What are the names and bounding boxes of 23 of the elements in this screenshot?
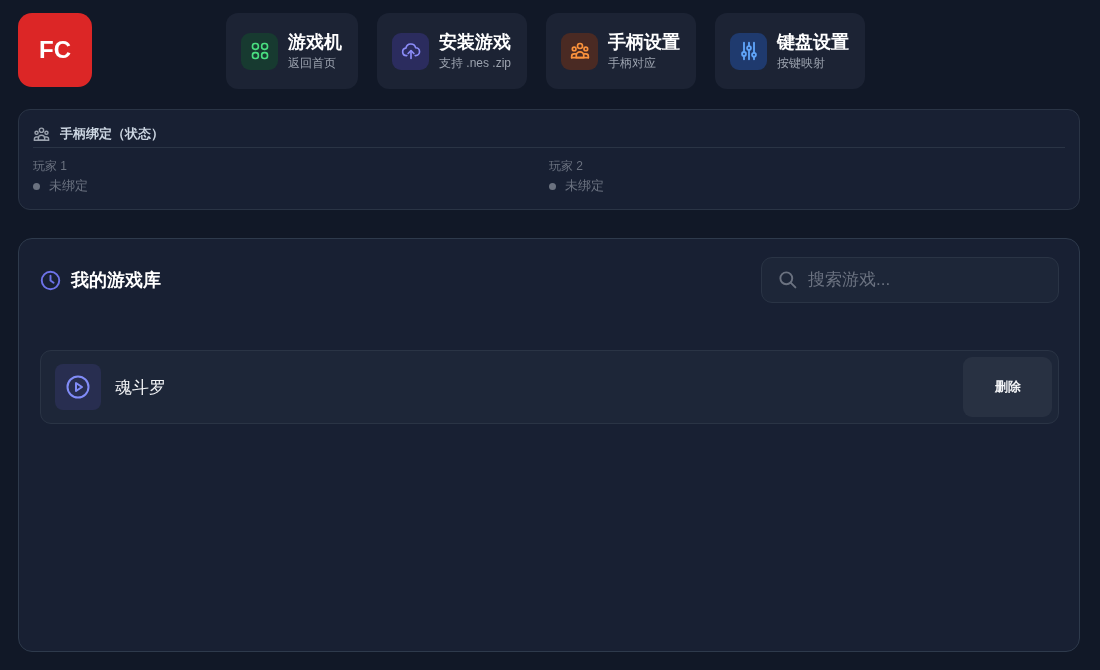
cloud-upload-icon <box>392 32 429 70</box>
play-icon <box>55 364 101 410</box>
binding-status: 未绑定 <box>49 177 88 195</box>
app-logo: FC <box>18 13 92 87</box>
search-field[interactable]: 搜索游戏... <box>761 257 1059 303</box>
sliders-icon <box>730 32 768 70</box>
library-title: 我的游戏库 <box>71 269 161 292</box>
grid-icon <box>241 32 278 70</box>
users-icon <box>33 125 50 143</box>
panel-title: 手柄绑定（状态） <box>60 125 164 143</box>
search-icon <box>778 270 797 289</box>
nav-card[interactable]: 键盘设置 按键映射 <box>715 13 866 89</box>
game-title: 魂斗罗 <box>115 376 166 399</box>
player-label: 玩家 1 <box>33 158 67 175</box>
users-icon <box>561 32 599 70</box>
nav-card[interactable]: 安装游戏 支持 .nes .zip <box>377 13 528 89</box>
nav-card[interactable]: 游戏机 返回首页 <box>226 13 358 89</box>
binding-status: 未绑定 <box>565 177 604 195</box>
clock-icon <box>40 269 61 291</box>
player-label: 玩家 2 <box>549 158 583 175</box>
nav-card[interactable]: 手柄设置 手柄对应 <box>546 13 697 89</box>
game-row[interactable]: 魂斗罗 删除 <box>40 350 1059 424</box>
delete-button[interactable]: 删除 <box>963 357 1052 417</box>
